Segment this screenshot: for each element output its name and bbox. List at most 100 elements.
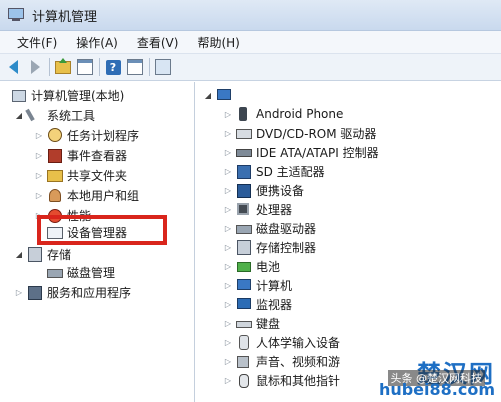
show-tree-button[interactable]: [76, 58, 94, 76]
computer-icon: [216, 88, 232, 102]
collapse-icon[interactable]: ◢: [203, 91, 213, 100]
menu-view[interactable]: 查看(V): [137, 34, 179, 51]
expand-icon[interactable]: ▷: [223, 243, 233, 252]
device-category[interactable]: ▷ 鼠标和其他指针: [223, 370, 340, 390]
window-title: 计算机管理: [32, 9, 98, 25]
device-category[interactable]: ▷ 便携设备: [223, 180, 304, 200]
device-category[interactable]: ▷ SD 主适配器: [223, 161, 325, 181]
tree-item-label: 系统工具: [47, 108, 96, 123]
expand-icon[interactable]: ▷: [223, 205, 233, 214]
device-category[interactable]: ▷ 键盘: [223, 313, 280, 333]
tools-icon: [25, 108, 43, 122]
device-category[interactable]: ▷ 处理器: [223, 199, 292, 219]
tree-item-event-viewer[interactable]: ▷ 事件查看器: [34, 145, 127, 165]
device-category-label: 便携设备: [256, 183, 305, 198]
device-category[interactable]: ▷ 计算机: [223, 275, 292, 295]
expand-icon[interactable]: ▷: [223, 129, 233, 138]
toolbar-separator: [149, 58, 150, 76]
device-category[interactable]: ▷ 人体学输入设备: [223, 332, 340, 352]
expand-icon[interactable]: ▷: [223, 376, 233, 385]
device-category-label: Android Phone: [256, 107, 344, 121]
device-category-label: 电池: [256, 259, 281, 274]
highlight-box: [37, 215, 167, 245]
battery-icon: [236, 259, 252, 273]
expand-icon[interactable]: ▷: [223, 300, 233, 309]
clock-icon: [47, 128, 63, 142]
sd-adapter-icon: [236, 164, 252, 179]
forward-arrow-icon: [30, 60, 40, 74]
device-category-label: 键盘: [256, 316, 281, 331]
tree-item-label: 任务计划程序: [67, 128, 140, 143]
tree-item-disk-management[interactable]: 磁盘管理: [44, 262, 115, 282]
expand-icon[interactable]: ▷: [223, 110, 233, 119]
back-button[interactable]: [4, 58, 22, 76]
collapse-icon[interactable]: ◢: [14, 111, 24, 120]
scan-hardware-button[interactable]: [154, 58, 172, 76]
device-category[interactable]: ▷ 声音、视频和游: [223, 351, 340, 371]
tree-item-system-tools[interactable]: ◢ 系统工具: [14, 105, 95, 125]
help-button[interactable]: ?: [104, 58, 122, 76]
ide-controller-icon: [236, 145, 252, 159]
menu-help[interactable]: 帮助(H): [197, 34, 239, 51]
device-category-label: 磁盘驱动器: [256, 221, 317, 236]
device-category[interactable]: ▷ 监视器: [223, 294, 292, 314]
device-category-label: SD 主适配器: [256, 164, 325, 179]
expand-icon[interactable]: ▷: [14, 288, 24, 297]
expand-icon[interactable]: ▷: [223, 186, 233, 195]
device-root[interactable]: ◢: [203, 85, 236, 105]
tree-item-label: 本地用户和组: [67, 188, 140, 203]
event-log-icon: [47, 148, 63, 163]
expand-icon[interactable]: ▷: [223, 319, 233, 328]
tree-item-storage[interactable]: ◢ 存储: [14, 244, 71, 264]
monitor-icon: [236, 297, 252, 311]
device-category[interactable]: ▷ 磁盘驱动器: [223, 218, 316, 238]
device-category[interactable]: ▷ Android Phone: [223, 104, 343, 124]
device-category[interactable]: ▷ 电池: [223, 256, 280, 276]
device-category-label: 鼠标和其他指针: [256, 373, 341, 388]
processor-icon: [236, 202, 252, 216]
device-category-label: IDE ATA/ATAPI 控制器: [256, 145, 379, 160]
tree-item-label: 事件查看器: [67, 148, 128, 163]
tree-item-shared-folders[interactable]: ▷ 共享文件夹: [34, 165, 127, 185]
expand-icon[interactable]: ▷: [223, 148, 233, 157]
device-category[interactable]: ▷ DVD/CD-ROM 驱动器: [223, 123, 377, 143]
expand-icon[interactable]: ▷: [223, 224, 233, 233]
expand-icon[interactable]: ▷: [223, 357, 233, 366]
menu-file[interactable]: 文件(F): [17, 34, 57, 51]
expand-icon[interactable]: ▷: [34, 131, 44, 140]
device-category[interactable]: ▷ IDE ATA/ATAPI 控制器: [223, 142, 379, 162]
up-folder-icon: [55, 57, 71, 74]
expand-icon[interactable]: ▷: [223, 262, 233, 271]
collapse-icon[interactable]: ◢: [14, 250, 24, 259]
expand-icon[interactable]: ▷: [223, 338, 233, 347]
computer-icon: [236, 278, 252, 292]
action-pane-button[interactable]: [126, 58, 144, 76]
disk-drive-icon: [236, 221, 252, 235]
tree-item-label: 服务和应用程序: [47, 285, 132, 300]
device-category[interactable]: ▷ 存储控制器: [223, 237, 316, 257]
tree-item-label: 磁盘管理: [67, 265, 116, 280]
device-tree: ◢ ▷ Android Phone ▷ DVD/CD-ROM 驱动器 ▷ IDE…: [201, 82, 501, 402]
expand-icon[interactable]: ▷: [223, 281, 233, 290]
scan-icon: [155, 59, 171, 75]
tree-item-services-apps[interactable]: ▷ 服务和应用程序: [14, 282, 131, 302]
expand-icon[interactable]: ▷: [223, 167, 233, 176]
storage-controller-icon: [236, 240, 252, 255]
menu-bar: 文件(F) 操作(A) 查看(V) 帮助(H): [0, 31, 501, 53]
tree-item-label: 共享文件夹: [67, 168, 128, 183]
menu-action[interactable]: 操作(A): [76, 34, 118, 51]
toolbar: ?: [0, 53, 501, 81]
tree-item-label: 计算机管理(本地): [31, 88, 125, 103]
device-category-label: 处理器: [256, 202, 293, 217]
up-button[interactable]: [54, 57, 72, 76]
sound-icon: [236, 354, 252, 368]
tree-item-task-scheduler[interactable]: ▷ 任务计划程序: [34, 125, 139, 145]
disk-icon: [47, 265, 63, 279]
expand-icon[interactable]: ▷: [34, 191, 44, 200]
action-pane-icon: [127, 59, 143, 75]
forward-button[interactable]: [26, 58, 44, 76]
tree-item-computer-management[interactable]: 计算机管理(本地): [8, 85, 124, 105]
tree-item-local-users[interactable]: ▷ 本地用户和组: [34, 185, 139, 205]
expand-icon[interactable]: ▷: [34, 151, 44, 160]
expand-icon[interactable]: ▷: [34, 171, 44, 180]
